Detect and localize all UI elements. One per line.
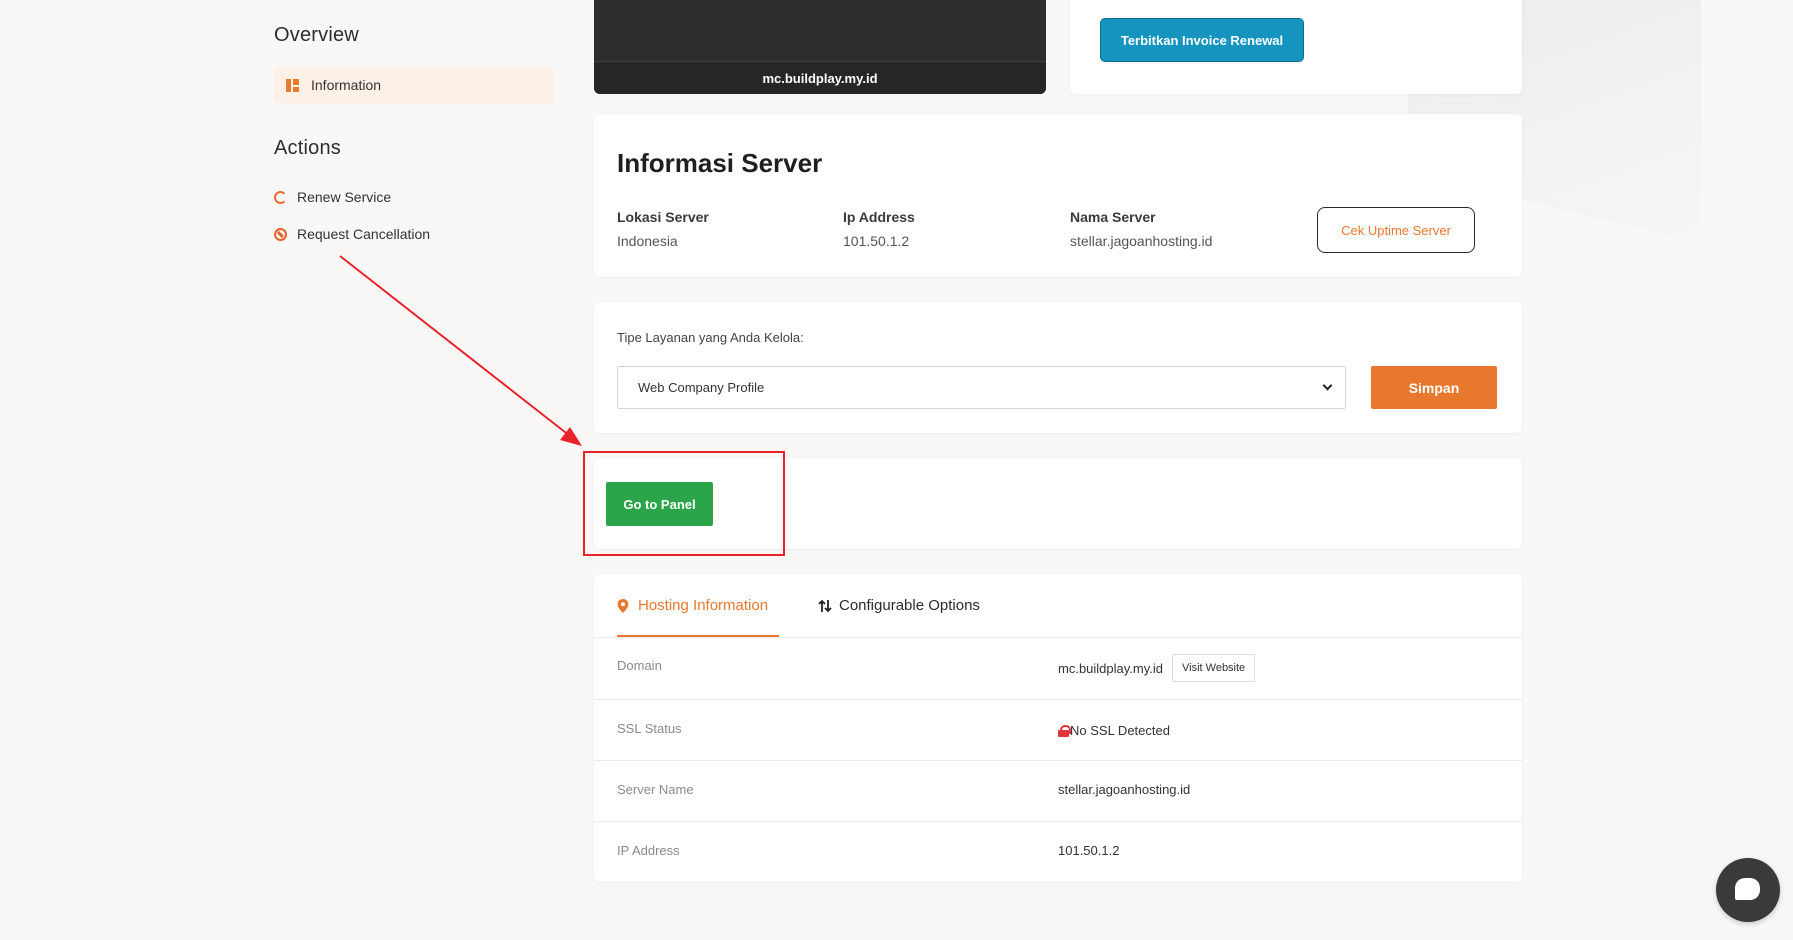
tab-configurable-options[interactable]: Configurable Options	[818, 597, 980, 614]
sidebar-item-request-cancellation[interactable]: Request Cancellation	[274, 226, 430, 242]
sidebar-overview-title: Overview	[274, 24, 359, 46]
ip-value: 101.50.1.2	[1058, 843, 1120, 858]
server-location-value: Indonesia	[617, 233, 678, 249]
row-ssl-label: SSL Status	[617, 721, 682, 736]
sidebar-item-information[interactable]: Information	[274, 67, 554, 103]
sidebar-actions-title: Actions	[274, 137, 341, 159]
row-server-name-value: stellar.jagoanhosting.id	[1058, 782, 1190, 797]
ip-address-value: 101.50.1.2	[843, 233, 910, 249]
sidebar-item-label: Renew Service	[297, 189, 392, 205]
service-type-select[interactable]: Web Company Profile	[617, 366, 1346, 409]
row-divider	[594, 699, 1522, 700]
tab-label: Configurable Options	[839, 597, 980, 614]
tab-hosting-information[interactable]: Hosting Information	[617, 597, 768, 614]
sort-arrows-icon	[818, 599, 832, 612]
sidebar-item-label: Information	[311, 77, 382, 93]
server-name-label: Nama Server	[1070, 209, 1156, 225]
server-name-value: stellar.jagoanhosting.id	[1058, 782, 1191, 797]
row-ip-label: IP Address	[617, 843, 680, 858]
visit-website-button[interactable]: Visit Website	[1172, 654, 1256, 682]
save-button[interactable]: Simpan	[1371, 366, 1497, 409]
row-domain-label: Domain	[617, 658, 662, 673]
row-divider	[594, 821, 1522, 822]
ip-address-label: Ip Address	[843, 209, 915, 225]
row-ssl-value: No SSL Detected	[1058, 723, 1170, 738]
row-server-name-label: Server Name	[617, 782, 694, 797]
service-type-selected: Web Company Profile	[638, 380, 765, 395]
row-divider	[594, 760, 1522, 761]
go-to-panel-button[interactable]: Go to Panel	[606, 482, 713, 526]
server-preview-domain: mc.buildplay.my.id	[594, 61, 1046, 94]
sidebar-item-renew-service[interactable]: Renew Service	[274, 189, 391, 205]
chevron-down-icon	[1322, 380, 1333, 391]
lock-icon	[1058, 724, 1071, 737]
sidebar-item-label: Request Cancellation	[297, 226, 431, 242]
panel-card	[594, 458, 1522, 549]
server-preview-card: mc.buildplay.my.id	[594, 0, 1046, 94]
service-type-label: Tipe Layanan yang Anda Kelola:	[617, 330, 804, 345]
chat-bubble-icon[interactable]	[1716, 858, 1780, 922]
server-name-value: stellar.jagoanhosting.id	[1070, 233, 1213, 249]
map-pin-icon	[617, 598, 629, 613]
dashboard-icon	[286, 78, 299, 92]
server-location-label: Lokasi Server	[617, 209, 709, 225]
domain-value: mc.buildplay.my.id	[1058, 660, 1163, 676]
check-uptime-button[interactable]: Cek Uptime Server	[1317, 207, 1475, 253]
row-ip-value: 101.50.1.2	[1058, 843, 1119, 858]
refresh-icon	[274, 190, 287, 204]
ssl-status-value: No SSL Detected	[1070, 723, 1170, 738]
tab-divider	[594, 637, 1522, 638]
ban-icon	[274, 227, 287, 241]
row-domain-value: mc.buildplay.my.id Visit Website	[1058, 654, 1256, 682]
tab-label: Hosting Information	[638, 597, 769, 614]
server-info-title: Informasi Server	[617, 148, 823, 178]
issue-renewal-invoice-button[interactable]: Terbitkan Invoice Renewal	[1100, 18, 1304, 62]
